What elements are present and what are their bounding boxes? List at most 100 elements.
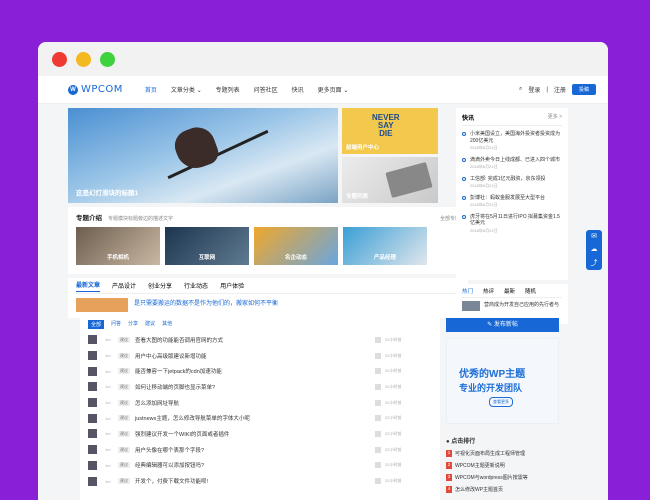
tab-newest[interactable]: 最新 (504, 287, 515, 295)
avatar (88, 335, 97, 345)
hot-item[interactable]: 营商成为开发自己应用的先行者与 (462, 301, 562, 311)
qa-row[interactable]: 1m 建议 能否兼容一下jetpack的cdn加速功能 22小时前 (80, 363, 440, 379)
comment-icon (375, 430, 381, 437)
tab-hot[interactable]: 热门 (462, 287, 473, 295)
nav-topics[interactable]: 专题列表 (216, 85, 240, 94)
comment-icon (375, 383, 381, 390)
search-icon[interactable]: ⌕ (519, 86, 522, 93)
hero: 这是幻灯滑块的标题1 NEVER SAY DIE 前端用户中心 专题列表 (68, 108, 468, 203)
nav-more[interactable]: 更多页面 ⌄ (318, 85, 349, 94)
nav-home[interactable]: 首页 (145, 85, 157, 94)
comment-icon (375, 415, 381, 422)
post-new-button[interactable]: ✎ 发布新帖 (446, 318, 559, 332)
rank-item[interactable]: 3 WPCOM与wordpress图片按需等 (446, 474, 559, 481)
hero-slide[interactable]: 这是幻灯滑块的标题1 (68, 108, 338, 203)
tab-ux[interactable]: 用户体验 (220, 281, 244, 290)
nav-qa[interactable]: 问答社区 (254, 85, 278, 94)
topic-label: 互联网 (198, 255, 216, 261)
tile-artwork-text: NEVER SAY DIE (372, 113, 400, 138)
hero-tile-topics[interactable]: 专题列表 (342, 157, 438, 203)
avatar (88, 351, 97, 361)
row-tag: 建议 (118, 383, 130, 390)
flash-item[interactable]: 滴滴外卖今日上线成都、已进入四个城市 2018年6月21日 (462, 157, 562, 171)
wechat-icon[interactable]: ☁ (591, 245, 598, 253)
maximize-dot[interactable] (100, 51, 115, 67)
nav-categories[interactable]: 文章分类 ⌄ (171, 85, 202, 94)
floating-toolbar: ✉ ☁ ⤴ (586, 230, 602, 270)
row-stat: 22小时前 (385, 462, 402, 468)
chat-icon[interactable]: ✉ (591, 232, 597, 240)
row-title: 用户头像在哪个表那个字段? (135, 447, 205, 454)
qa-tab-other[interactable]: 其他 (162, 320, 172, 329)
topic-label: 名企动态 (284, 255, 308, 261)
row-tag: 建议 (118, 462, 130, 469)
avatar (88, 398, 97, 408)
qa-tab-suggest[interactable]: 建议 (145, 320, 155, 329)
qa-tab-questions[interactable]: 问答 (111, 320, 121, 329)
qa-row[interactable]: 1m 建议 经典编辑器可以添加按钮吗? 22小时前 (80, 458, 440, 474)
rank-item[interactable]: 2 WPCOM主题更新说明 (446, 462, 559, 469)
topics-module: 专题介绍 专题模块标题旁边的描述文字 全部专题 手机相机 互联网 名企动态 产品… (68, 207, 468, 274)
qa-row[interactable]: 1m 建议 如何让移动端的页脚也显示菜单? 22小时前 (80, 379, 440, 395)
header-actions: ⌕ 登录 | 注册 投稿 (519, 84, 596, 95)
row-time: 1m (105, 337, 111, 343)
flash-item[interactable]: 彭博社：蚂蚁金服发展至大型平台 2018年6月21日 (462, 195, 562, 209)
rank-item[interactable]: 1 可视化页面布局生成工程师管理 (446, 450, 559, 457)
tab-comments[interactable]: 热评 (483, 287, 494, 295)
article-item[interactable]: 是只需要搬运的数据不是作为他们的，搬家如何不平衡 (76, 298, 460, 312)
tab-startup[interactable]: 创业分享 (148, 281, 172, 290)
row-title: 能否兼容一下jetpack的cdn加速功能 (135, 369, 222, 376)
tab-latest[interactable]: 最新文章 (76, 280, 101, 292)
ad-banner[interactable]: 优秀的WP主题 专业的开发团队 查看更多 (446, 338, 559, 424)
minimize-dot[interactable] (76, 51, 91, 67)
qa-row[interactable]: 1m 建议 用户头像在哪个表那个字段? 22小时前 (80, 442, 440, 458)
nav-flash[interactable]: 快讯 (292, 85, 304, 94)
flash-date: 2018年6月21日 (470, 145, 498, 150)
share-icon[interactable]: ⤴ (591, 258, 598, 268)
row-time: 1m (105, 431, 111, 437)
qa-tab-share[interactable]: 分享 (128, 320, 138, 329)
flash-more-link[interactable]: 更多 > (548, 113, 562, 122)
rank-number: 2 (446, 462, 452, 469)
qa-tabs: 全部 问答 分享 建议 其他 (80, 314, 440, 332)
row-title: 强烈建议开发一个WIKI的页面或者插件 (135, 431, 230, 438)
flash-item[interactable]: 工信部: 完成1亿元融资，京东领投 2018年6月21日 (462, 176, 562, 190)
qa-row[interactable]: 1m 建议 justnews主题，怎么修改导航菜单的字体大小呢 22小时前 (80, 410, 440, 426)
qa-row[interactable]: 1m 建议 用户中心高级版建议新增功能 22小时前 (80, 348, 440, 364)
ad-more-button[interactable]: 查看更多 (489, 397, 513, 407)
row-stat: 22小时前 (385, 430, 402, 436)
topic-card[interactable]: 手机相机 (76, 227, 160, 265)
tab-random[interactable]: 随机 (525, 287, 536, 295)
logo[interactable]: W WPCOM (68, 84, 123, 95)
qa-row[interactable]: 1m 建议 查看大图的功能能否调用官网的方式 22小时前 (80, 332, 440, 348)
row-title: 经典编辑器可以添加按钮吗? (135, 463, 205, 470)
row-stat: 22小时前 (385, 352, 402, 358)
contribute-button[interactable]: 投稿 (571, 84, 596, 95)
row-time: 1m (105, 462, 111, 468)
topic-card[interactable]: 产品经理 (343, 227, 427, 265)
qa-row[interactable]: 1m 建议 怎么添加网址导航 22小时前 (80, 395, 440, 411)
qa-tab-all[interactable]: 全部 (88, 320, 105, 329)
avatar (88, 413, 97, 423)
topics-header: 专题介绍 专题模块标题旁边的描述文字 全部专题 (76, 212, 460, 222)
laptop-shape (385, 162, 433, 198)
flash-item[interactable]: 小米美国设立，美国海外投资者投资成为200亿美元 2018年6月21日 (462, 131, 562, 152)
hero-tile-user-center[interactable]: NEVER SAY DIE 前端用户中心 (342, 108, 438, 154)
article-title: 是只需要搬运的数据不是作为他们的，搬家如何不平衡 (134, 301, 279, 307)
register-link[interactable]: 注册 (554, 85, 566, 94)
tab-product-design[interactable]: 产品设计 (112, 281, 136, 290)
row-tag: 建议 (118, 352, 130, 359)
comment-icon (375, 462, 381, 469)
topic-card[interactable]: 名企动态 (254, 227, 338, 265)
qa-row[interactable]: 1m 建议 强烈建议开发一个WIKI的页面或者插件 22小时前 (80, 426, 440, 442)
rank-item[interactable]: 4 怎么修改WP主题首页 (446, 486, 559, 493)
topic-card[interactable]: 互联网 (165, 227, 249, 265)
hot-title: 营商成为开发自己应用的先行者与 (484, 302, 560, 308)
login-link[interactable]: 登录 (528, 85, 540, 94)
ad-line1: 优秀的WP主题 (459, 369, 526, 380)
qa-row[interactable]: 1m 建议 开发个，付费下载文件功能呗! 22小时前 (80, 473, 440, 489)
tab-industry[interactable]: 行业动态 (184, 281, 208, 290)
row-title: 开发个，付费下载文件功能呗! (135, 479, 209, 486)
flash-item[interactable]: 虎牙将在5月11日进行IPO 拟募集资金1.5亿美元 2018年6月21日 (462, 214, 562, 235)
close-dot[interactable] (52, 51, 67, 67)
